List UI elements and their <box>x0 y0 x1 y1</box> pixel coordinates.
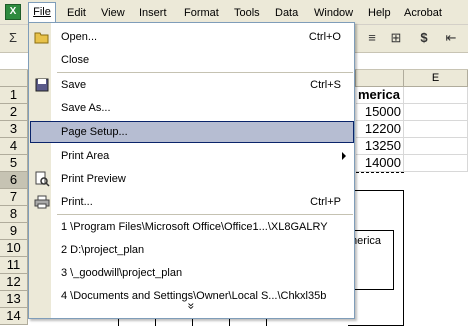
menu-item-label: 3 \_goodwill\project_plan <box>61 267 183 279</box>
cell-e4[interactable] <box>404 138 468 155</box>
menu-item-close[interactable]: Close <box>30 49 354 71</box>
menu-item-label: Save As... <box>61 102 111 114</box>
file-menu-dropdown: Open... Ctrl+O Close Save Ctrl+S Save As… <box>28 22 355 319</box>
menu-edit[interactable]: Edit <box>67 6 86 20</box>
menu-view[interactable]: View <box>101 6 125 20</box>
cell-d5[interactable]: 14000 <box>356 155 404 172</box>
menu-item-recent-file-2[interactable]: 2 D:\project_plan <box>30 239 354 261</box>
menu-item-label: 2 D:\project_plan <box>61 244 145 256</box>
column-header-e[interactable]: E <box>404 70 468 87</box>
row-header[interactable]: 4 <box>0 138 28 155</box>
cell-d3[interactable]: 12200 <box>356 121 404 138</box>
row-header[interactable]: 10 <box>0 240 28 257</box>
menu-tools[interactable]: Tools <box>234 6 260 20</box>
menu-item-shortcut: Ctrl+S <box>310 79 341 91</box>
row-header[interactable]: 12 <box>0 274 28 291</box>
menu-item-label: Page Setup... <box>61 126 128 138</box>
row-header[interactable]: 8 <box>0 206 28 223</box>
cell-e5[interactable] <box>404 155 468 172</box>
submenu-arrow-icon <box>342 152 346 160</box>
decrease-indent-button[interactable]: ⇤ <box>441 28 461 48</box>
row-header[interactable]: 2 <box>0 104 28 121</box>
excel-icon[interactable]: X <box>5 4 21 20</box>
menu-separator <box>57 214 353 215</box>
expand-menu-chevron-icon[interactable]: » <box>184 299 198 313</box>
menu-data[interactable]: Data <box>275 6 298 20</box>
row-header[interactable]: 5 <box>0 155 28 172</box>
menu-item-label: Open... <box>61 31 98 43</box>
expand-glyph: » <box>184 302 199 310</box>
menu-item-label: 1 \Program Files\Microsoft Office\Office… <box>61 221 328 233</box>
cell-e3[interactable] <box>404 121 468 138</box>
menu-item-shortcut: Ctrl+P <box>310 196 341 208</box>
menu-item-page-setup[interactable]: Page Setup... <box>30 121 354 143</box>
cell-d4[interactable]: 13250 <box>356 138 404 155</box>
menu-item-print-area[interactable]: Print Area <box>30 145 354 167</box>
menu-help[interactable]: Help <box>368 6 391 20</box>
menu-item-print-preview[interactable]: Print Preview <box>30 168 354 190</box>
menu-separator <box>57 72 353 73</box>
menu-item-recent-file-1[interactable]: 1 \Program Files\Microsoft Office\Office… <box>30 216 354 238</box>
cell-d1[interactable]: merica <box>356 87 404 104</box>
save-disk-icon <box>34 77 50 93</box>
menu-item-open[interactable]: Open... Ctrl+O <box>30 26 354 48</box>
cell-d2[interactable]: 15000 <box>356 104 404 121</box>
menu-item-label: Print Area <box>61 150 110 162</box>
menu-item-print[interactable]: Print... Ctrl+P <box>30 191 354 213</box>
menu-item-label: Save <box>61 79 87 91</box>
printer-icon <box>34 194 50 210</box>
menu-item-shortcut: Ctrl+O <box>308 31 341 43</box>
menu-file[interactable]: File <box>28 2 56 22</box>
autosum-button[interactable]: Σ <box>3 28 23 48</box>
menu-item-label: Print... <box>61 196 93 208</box>
menu-item-save[interactable]: Save Ctrl+S <box>30 74 354 96</box>
menu-acrobat[interactable]: Acrobat <box>404 6 442 20</box>
select-all-corner[interactable] <box>0 70 28 87</box>
cell-e1[interactable] <box>404 87 468 104</box>
row-header[interactable]: 13 <box>0 291 28 308</box>
print-preview-icon <box>34 171 50 187</box>
cell-e2[interactable] <box>404 104 468 121</box>
menu-format[interactable]: Format <box>184 6 219 20</box>
row-header[interactable]: 11 <box>0 257 28 274</box>
menu-item-save-as[interactable]: Save As... <box>30 97 354 119</box>
menu-window[interactable]: Window <box>314 6 353 20</box>
menu-item-recent-file-3[interactable]: 3 \_goodwill\project_plan <box>30 262 354 284</box>
row-header[interactable]: 3 <box>0 121 28 138</box>
menu-item-label: Close <box>61 54 90 66</box>
currency-button[interactable]: $ <box>414 28 434 48</box>
row-header[interactable]: 9 <box>0 223 28 240</box>
align-right-button[interactable]: ≡ <box>362 28 382 48</box>
page-break-line <box>356 172 404 173</box>
column-header-d[interactable] <box>356 70 404 87</box>
row-header[interactable]: 1 <box>0 87 28 104</box>
menu-item-label: Print Preview <box>61 173 126 185</box>
row-header[interactable]: 6 <box>0 172 28 189</box>
row-header[interactable]: 7 <box>0 189 28 206</box>
menu-file-label: File <box>33 6 51 18</box>
merge-center-button[interactable]: ⊞ <box>386 28 406 48</box>
row-header[interactable]: 14 <box>0 308 28 325</box>
open-folder-icon <box>34 29 50 45</box>
menu-insert[interactable]: Insert <box>139 6 167 20</box>
